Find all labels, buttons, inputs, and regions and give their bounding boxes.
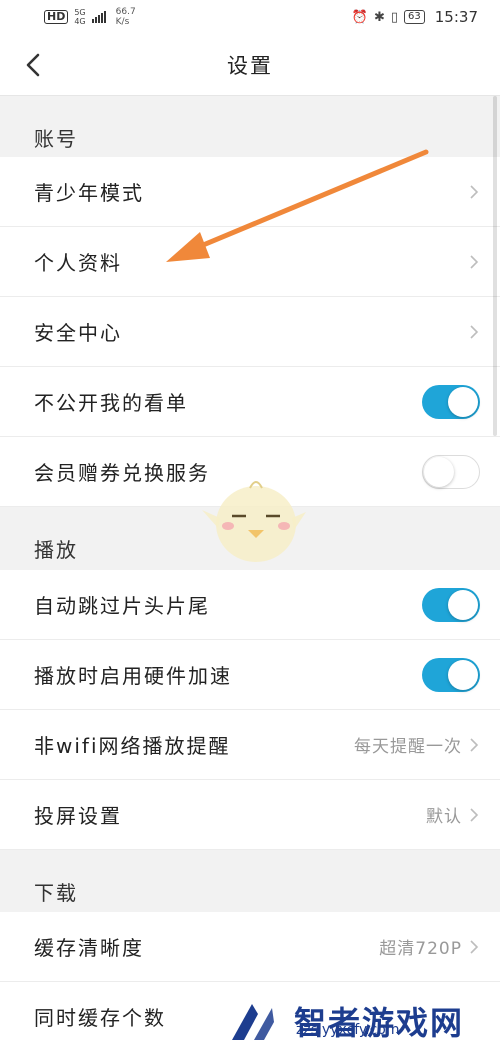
nav-bar: 设置	[0, 34, 500, 96]
row-skip-intro: 自动跳过片头片尾	[0, 570, 500, 640]
row-non-wifi-reminder[interactable]: 非wifi网络播放提醒 每天提醒一次	[0, 710, 500, 780]
chevron-right-icon	[470, 807, 479, 822]
network-type: 5G 4G	[74, 8, 86, 26]
row-label: 安全中心	[34, 321, 122, 345]
row-value: 超清720P	[379, 939, 462, 959]
bluetooth-icon: ✱	[373, 9, 385, 25]
row-cast-settings[interactable]: 投屏设置 默认	[0, 780, 500, 850]
row-label: 缓存清晰度	[34, 936, 144, 960]
row-label: 同时缓存个数	[34, 1006, 166, 1030]
site-watermark: 智者游戏网 zzslyyxcfy.com	[222, 1000, 500, 1043]
row-hardware-accel: 播放时启用硬件加速	[0, 640, 500, 710]
row-value: 每天提醒一次	[354, 737, 462, 757]
hardware-accel-toggle[interactable]	[422, 657, 480, 692]
mascot-sticker	[202, 481, 306, 562]
chevron-right-icon	[470, 324, 479, 339]
signal-icon	[91, 11, 106, 23]
row-private-watchlist: 不公开我的看单	[0, 367, 500, 437]
chevron-right-icon	[470, 184, 479, 199]
network-speed: 66.7 K/s	[115, 7, 136, 27]
row-label: 个人资料	[34, 251, 122, 275]
chevron-right-icon	[470, 737, 479, 752]
chevron-right-icon	[470, 254, 479, 269]
row-label: 非wifi网络播放提醒	[34, 734, 231, 758]
row-label: 播放时启用硬件加速	[34, 664, 232, 688]
scrollbar[interactable]	[493, 96, 497, 436]
battery-icon: 63	[404, 10, 425, 24]
row-cache-quality[interactable]: 缓存清晰度 超清720P	[0, 912, 500, 982]
back-arrow-icon[interactable]	[20, 50, 48, 80]
settings-screen: HD 5G 4G 66.7 K/s ⏰ ✱ ▯ 63 15:37 设置 账号 青少年	[0, 0, 500, 1043]
site-logo-icon	[232, 1004, 274, 1040]
alarm-icon: ⏰	[351, 9, 368, 25]
chevron-right-icon	[470, 939, 479, 954]
coupon-exchange-toggle[interactable]	[422, 454, 480, 489]
row-value: 默认	[426, 807, 462, 827]
status-bar: HD 5G 4G 66.7 K/s ⏰ ✱ ▯ 63 15:37	[0, 0, 500, 34]
watermark-url: zzslyyxcfy.com	[296, 1022, 400, 1038]
row-label: 会员赠券兑换服务	[34, 461, 210, 485]
hd-badge: HD	[44, 10, 69, 24]
row-security-center[interactable]: 安全中心	[0, 297, 500, 367]
row-label: 青少年模式	[34, 181, 144, 205]
row-teen-mode[interactable]: 青少年模式	[0, 157, 500, 227]
vibrate-icon: ▯	[390, 9, 399, 25]
private-watchlist-toggle[interactable]	[422, 384, 480, 419]
page-title: 设置	[227, 53, 273, 78]
skip-intro-toggle[interactable]	[422, 587, 480, 622]
row-label: 投屏设置	[34, 804, 122, 828]
row-label: 不公开我的看单	[34, 391, 188, 415]
row-label: 自动跳过片头片尾	[34, 594, 210, 618]
row-profile[interactable]: 个人资料	[0, 227, 500, 297]
clock: 15:37	[434, 8, 478, 26]
